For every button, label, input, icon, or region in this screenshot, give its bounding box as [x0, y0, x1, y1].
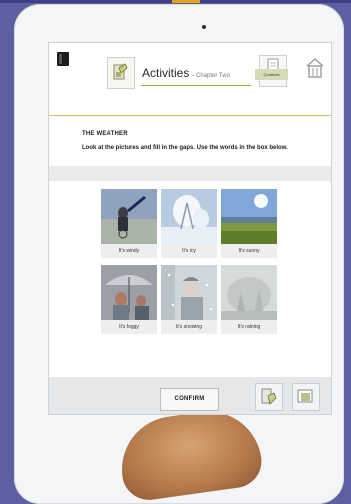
gallery-icon[interactable]	[292, 383, 320, 411]
app-screen: Activities - Chapter Two Contents THE WEA…	[48, 42, 332, 415]
weather-tile-windy[interactable]: It's windy	[101, 189, 157, 258]
activity-icon[interactable]	[107, 57, 135, 89]
word-box[interactable]	[49, 166, 331, 181]
top-strip	[0, 0, 351, 3]
camera-icon	[202, 25, 206, 29]
page-title: Activities - Chapter Two	[142, 66, 230, 80]
raining-photo	[221, 265, 277, 320]
tile-caption: It's windy	[101, 244, 157, 258]
snowing-photo	[161, 265, 217, 320]
hand-pointer-icon[interactable]	[255, 383, 283, 411]
title-underline	[141, 85, 251, 86]
weather-tile-snowing[interactable]: It's snowing	[161, 265, 217, 334]
foggy-photo	[101, 265, 157, 320]
chapter-subtitle: - Chapter Two	[192, 73, 230, 79]
contents-badge[interactable]: Contents	[255, 69, 288, 80]
instructions: Look at the pictures and fill in the gap…	[82, 145, 288, 151]
section-title: THE WEATHER	[82, 131, 128, 137]
weather-tile-icy[interactable]: It's icy	[161, 189, 217, 258]
tile-caption: It's snowing	[161, 320, 217, 334]
tile-caption: It's icy	[161, 244, 217, 258]
icy-photo	[161, 189, 217, 244]
confirm-button[interactable]: CONFIRM	[160, 388, 219, 411]
tile-caption: It's sunny	[221, 244, 277, 258]
tile-caption: It's raining	[221, 320, 277, 334]
weather-tile-sunny[interactable]: It's sunny	[221, 189, 277, 258]
header-divider	[49, 115, 331, 116]
sunny-photo	[221, 189, 277, 244]
top-accent	[172, 0, 200, 3]
home-icon[interactable]	[305, 57, 325, 79]
tile-caption: It's foggy	[101, 320, 157, 334]
weather-tile-foggy[interactable]: It's foggy	[101, 265, 157, 334]
weather-tile-raining[interactable]: It's raining	[221, 265, 277, 334]
title-text: Activities	[142, 66, 190, 80]
header: Activities - Chapter Two Contents	[49, 43, 331, 116]
book-icon[interactable]	[57, 52, 69, 66]
windy-photo	[101, 189, 157, 244]
